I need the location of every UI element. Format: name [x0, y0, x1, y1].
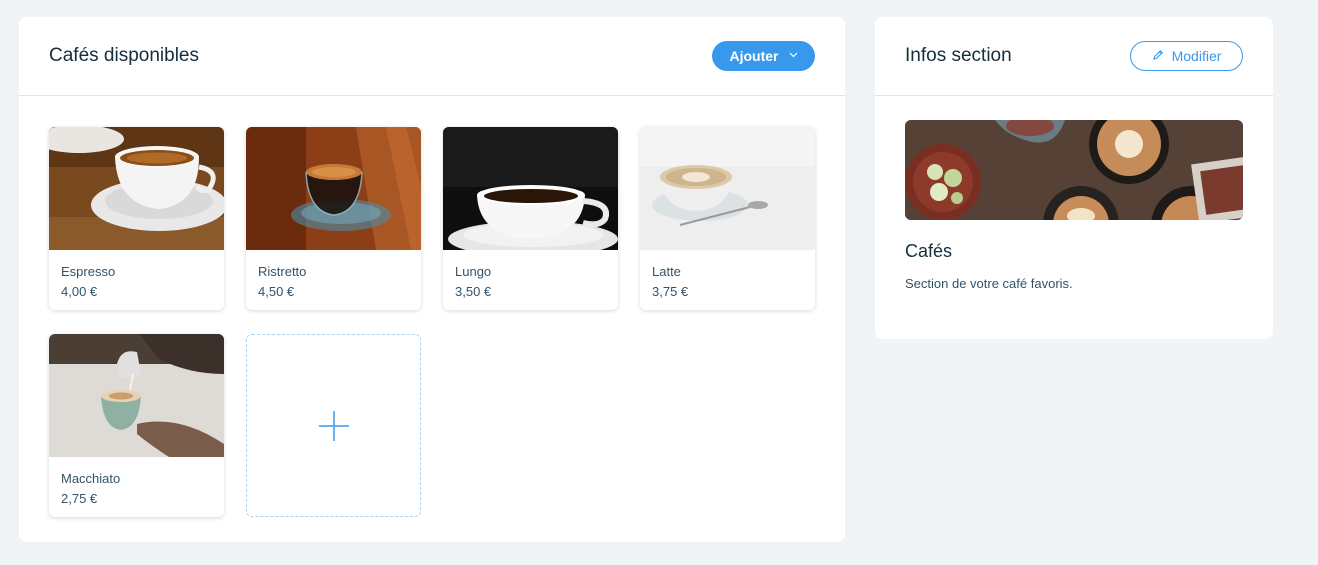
product-price: 2,75 €: [61, 491, 98, 506]
product-name: Ristretto: [258, 264, 307, 279]
product-name: Lungo: [455, 264, 492, 279]
section-name: Cafés: [905, 241, 953, 261]
plus-icon: [319, 411, 349, 441]
add-product-card[interactable]: [246, 334, 421, 517]
espresso-photo: [49, 127, 224, 250]
add-button[interactable]: Ajouter: [712, 41, 815, 71]
add-button-label: Ajouter: [729, 48, 779, 64]
section-cover-image: [905, 120, 1243, 220]
section-description: Section de votre café favoris.: [905, 276, 1073, 291]
section-info-panel: Infos section Modifier Cafés Section de …: [875, 17, 1273, 339]
products-panel: Cafés disponibles Ajouter Espresso 4,00 …: [19, 17, 845, 542]
section-info-header: Infos section Modifier: [875, 17, 1273, 96]
lungo-photo: [443, 127, 618, 250]
latte-photo: [640, 127, 815, 250]
product-name: Latte: [652, 264, 681, 279]
products-panel-header: Cafés disponibles Ajouter: [19, 17, 845, 96]
product-card-macchiato[interactable]: Macchiato 2,75 €: [49, 334, 224, 517]
product-card-espresso[interactable]: Espresso 4,00 €: [49, 127, 224, 310]
section-info-title: Infos section: [905, 45, 1012, 66]
ristretto-photo: [246, 127, 421, 250]
edit-button[interactable]: Modifier: [1130, 41, 1243, 71]
product-price: 3,75 €: [652, 284, 689, 299]
pencil-icon: [1152, 48, 1164, 64]
product-card-lungo[interactable]: Lungo 3,50 €: [443, 127, 618, 310]
chevron-down-icon: [789, 51, 798, 61]
products-panel-title: Cafés disponibles: [49, 45, 199, 66]
product-card-latte[interactable]: Latte 3,75 €: [640, 127, 815, 310]
product-price: 3,50 €: [455, 284, 492, 299]
product-price: 4,50 €: [258, 284, 295, 299]
product-name: Macchiato: [61, 471, 121, 486]
edit-button-label: Modifier: [1171, 48, 1222, 64]
product-card-ristretto[interactable]: Ristretto 4,50 €: [246, 127, 421, 310]
product-price: 4,00 €: [61, 284, 98, 299]
macchiato-photo: [49, 334, 224, 457]
product-name: Espresso: [61, 264, 116, 279]
